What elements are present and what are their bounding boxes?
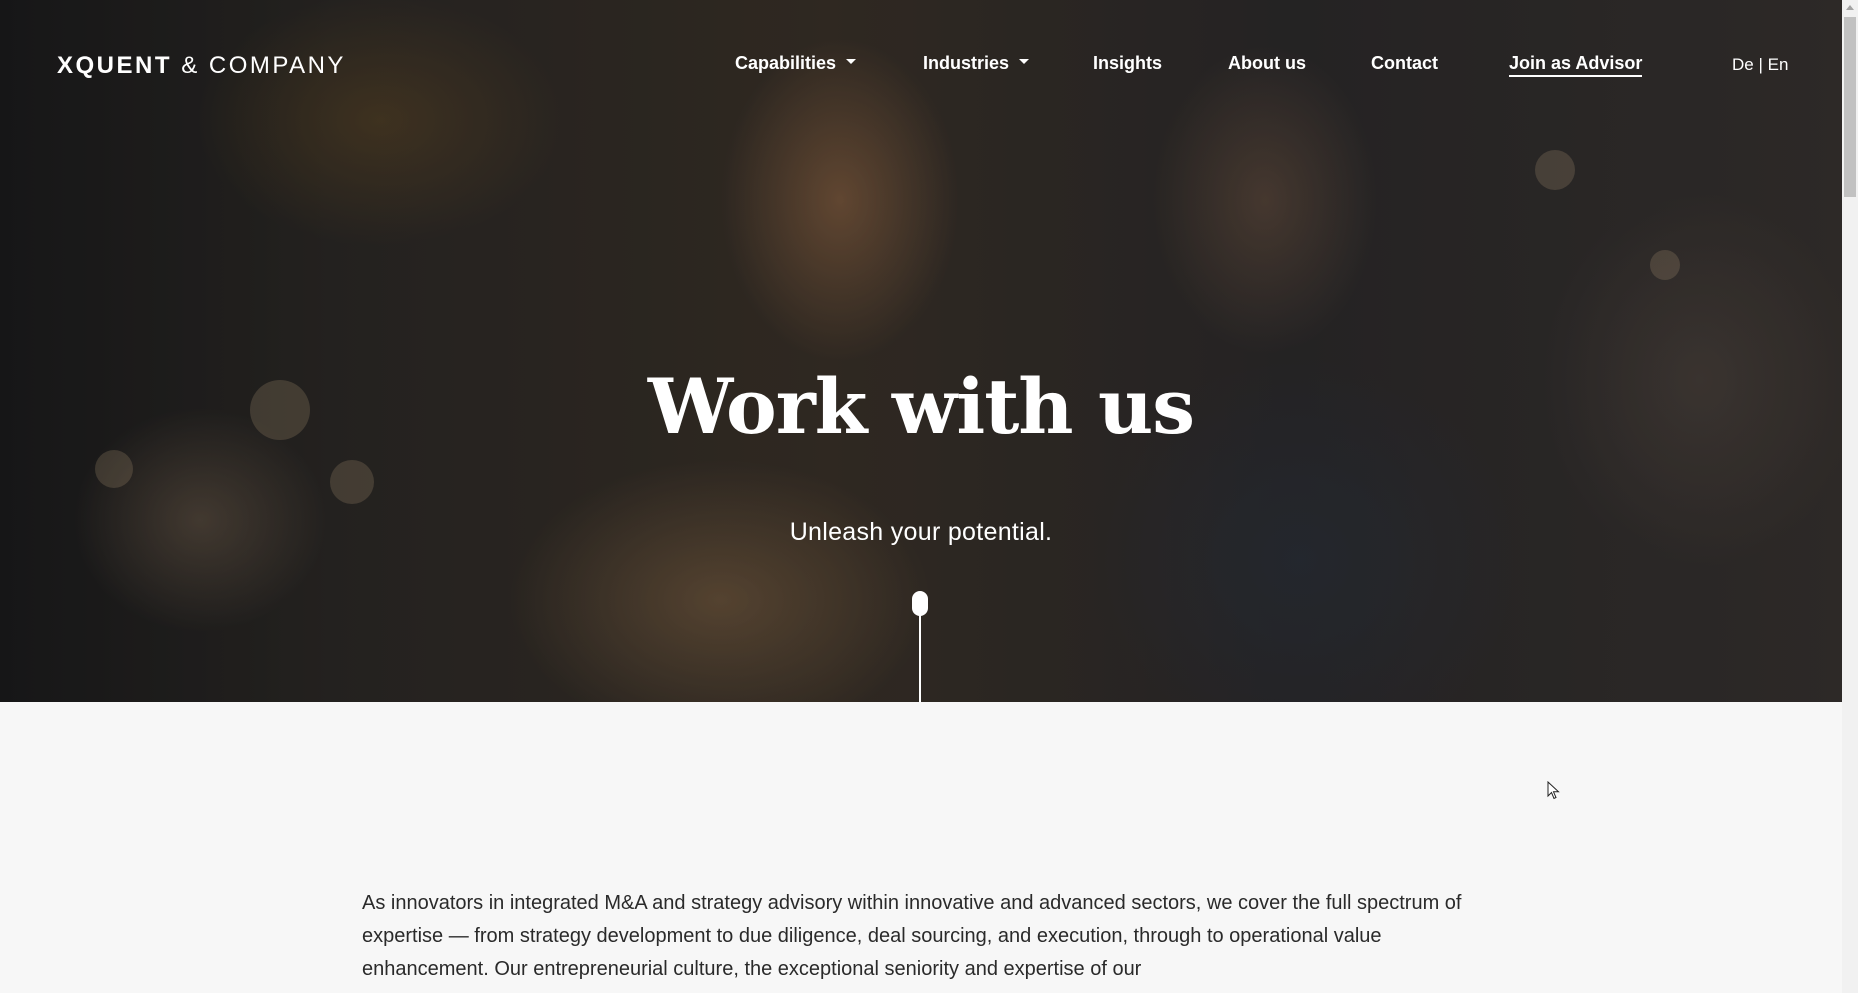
nav-capabilities-label: Capabilities [735, 53, 837, 73]
language-separator: | [1758, 55, 1763, 74]
brand-logo[interactable]: XQUENT & COMPANY [57, 52, 346, 80]
scrollbar-thumb[interactable] [1844, 17, 1856, 197]
hero-section: XQUENT & COMPANY Capabilities Industries… [0, 0, 1842, 702]
nav-join-as-advisor[interactable]: Join as Advisor [1509, 53, 1643, 77]
nav-industries[interactable]: Industries [923, 53, 1030, 74]
chevron-down-icon [1019, 58, 1030, 64]
language-switcher: De | En [1732, 55, 1788, 75]
hero-subtitle: Unleash your potential. [789, 518, 1053, 546]
chevron-down-icon [846, 58, 857, 64]
logo-wordmark: XQUENT [57, 52, 173, 79]
language-de[interactable]: De [1732, 55, 1754, 74]
scroll-indicator-line [919, 614, 921, 702]
mouse-pointer-icon [1547, 781, 1560, 800]
hero-title: Work with us [647, 362, 1195, 451]
intro-paragraph: As innovators in integrated M&A and stra… [362, 892, 1462, 980]
nav-capabilities[interactable]: Capabilities [735, 53, 857, 74]
scroll-up-arrow-icon[interactable] [1846, 5, 1854, 10]
logo-suffix: & COMPANY [181, 52, 346, 79]
nav-insights[interactable]: Insights [1093, 53, 1162, 74]
nav-contact[interactable]: Contact [1371, 53, 1438, 74]
nav-industries-label: Industries [923, 53, 1010, 73]
scroll-down-icon[interactable] [912, 591, 928, 616]
nav-about-us[interactable]: About us [1228, 53, 1306, 74]
language-en[interactable]: En [1768, 55, 1789, 74]
page-scrollbar[interactable] [1842, 0, 1858, 993]
